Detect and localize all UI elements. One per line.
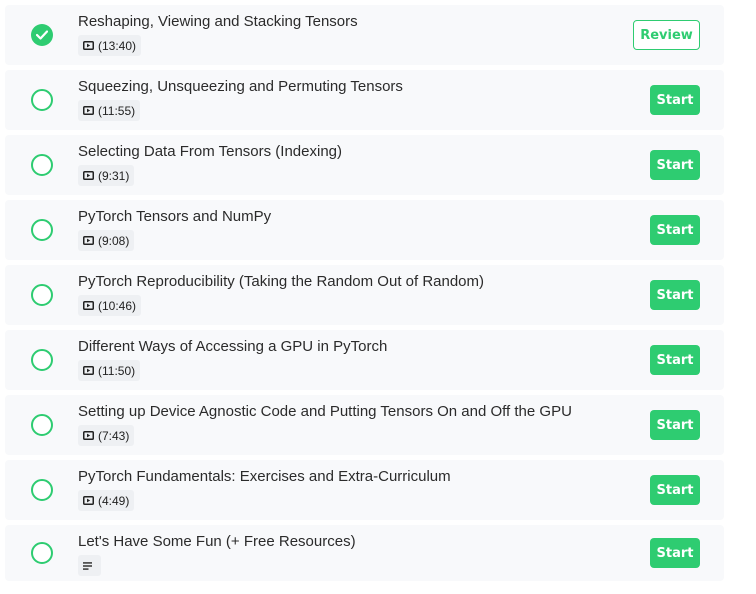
- incomplete-circle-icon[interactable]: [31, 284, 53, 306]
- incomplete-circle-icon[interactable]: [31, 154, 53, 176]
- lecture-title[interactable]: Setting up Device Agnostic Code and Putt…: [78, 403, 572, 420]
- lecture-row[interactable]: Reshaping, Viewing and Stacking Tensors …: [5, 5, 724, 65]
- lecture-title[interactable]: Let's Have Some Fun (+ Free Resources): [78, 533, 356, 550]
- start-button[interactable]: Start: [650, 345, 700, 375]
- incomplete-circle-icon[interactable]: [31, 542, 53, 564]
- lecture-list: Reshaping, Viewing and Stacking Tensors …: [5, 5, 724, 586]
- lecture-duration-badge: (10:46): [78, 295, 142, 316]
- lecture-title[interactable]: Different Ways of Accessing a GPU in PyT…: [78, 338, 387, 355]
- lecture-title[interactable]: PyTorch Tensors and NumPy: [78, 208, 271, 225]
- start-button[interactable]: Start: [650, 410, 700, 440]
- lecture-duration-badge: (9:31): [78, 165, 135, 186]
- lecture-duration: (9:08): [98, 233, 130, 248]
- lecture-row[interactable]: Squeezing, Unsqueezing and Permuting Ten…: [5, 70, 724, 130]
- lecture-duration: (13:40): [98, 38, 137, 53]
- lecture-title[interactable]: PyTorch Fundamentals: Exercises and Extr…: [78, 468, 451, 485]
- lecture-duration: (10:46): [98, 298, 137, 313]
- video-icon: [83, 301, 94, 310]
- start-button[interactable]: Start: [650, 85, 700, 115]
- incomplete-circle-icon[interactable]: [31, 414, 53, 436]
- video-icon: [83, 171, 94, 180]
- lecture-type-badge: [78, 555, 101, 576]
- video-icon: [83, 496, 94, 505]
- lecture-duration-badge: (4:49): [78, 490, 135, 511]
- video-icon: [83, 431, 94, 440]
- start-button[interactable]: Start: [650, 538, 700, 568]
- lecture-title[interactable]: Reshaping, Viewing and Stacking Tensors: [78, 13, 358, 30]
- lecture-row[interactable]: Different Ways of Accessing a GPU in PyT…: [5, 330, 724, 390]
- lecture-duration-badge: (7:43): [78, 425, 135, 446]
- video-icon: [83, 106, 94, 115]
- lecture-row[interactable]: PyTorch Tensors and NumPy (9:08) Start: [5, 200, 724, 260]
- review-button[interactable]: Review: [633, 20, 700, 50]
- start-button[interactable]: Start: [650, 280, 700, 310]
- lecture-row[interactable]: PyTorch Fundamentals: Exercises and Extr…: [5, 460, 724, 520]
- lecture-row[interactable]: Selecting Data From Tensors (Indexing) (…: [5, 135, 724, 195]
- lecture-duration: (11:50): [98, 363, 136, 378]
- incomplete-circle-icon[interactable]: [31, 349, 53, 371]
- lecture-duration: (4:49): [98, 493, 130, 508]
- lecture-duration: (9:31): [98, 168, 130, 183]
- lecture-title[interactable]: Selecting Data From Tensors (Indexing): [78, 143, 342, 160]
- video-icon: [83, 366, 94, 375]
- lecture-row[interactable]: Let's Have Some Fun (+ Free Resources) S…: [5, 525, 724, 581]
- lecture-title[interactable]: Squeezing, Unsqueezing and Permuting Ten…: [78, 78, 403, 95]
- text-document-icon: [83, 561, 92, 570]
- video-icon: [83, 41, 94, 50]
- lecture-title[interactable]: PyTorch Reproducibility (Taking the Rand…: [78, 273, 484, 290]
- completed-check-icon[interactable]: [31, 24, 53, 46]
- lecture-duration-badge: (9:08): [78, 230, 135, 251]
- video-icon: [83, 236, 94, 245]
- incomplete-circle-icon[interactable]: [31, 89, 53, 111]
- incomplete-circle-icon[interactable]: [31, 479, 53, 501]
- lecture-duration-badge: (11:55): [78, 100, 141, 121]
- start-button[interactable]: Start: [650, 475, 700, 505]
- start-button[interactable]: Start: [650, 150, 700, 180]
- incomplete-circle-icon[interactable]: [31, 219, 53, 241]
- lecture-row[interactable]: PyTorch Reproducibility (Taking the Rand…: [5, 265, 724, 325]
- lecture-duration: (7:43): [98, 428, 130, 443]
- lecture-duration: (11:55): [98, 103, 136, 118]
- lecture-duration-badge: (11:50): [78, 360, 141, 381]
- start-button[interactable]: Start: [650, 215, 700, 245]
- lecture-duration-badge: (13:40): [78, 35, 142, 56]
- lecture-row[interactable]: Setting up Device Agnostic Code and Putt…: [5, 395, 724, 455]
